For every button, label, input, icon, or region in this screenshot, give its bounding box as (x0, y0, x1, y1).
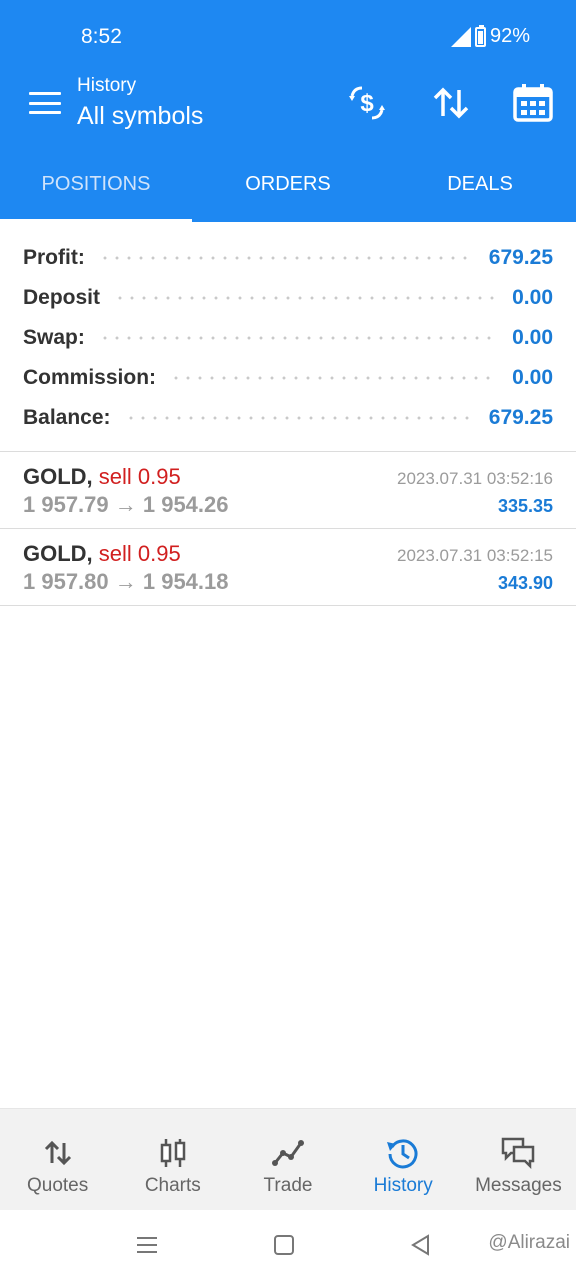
nav-label: History (373, 1175, 433, 1196)
nav-history[interactable]: History (346, 1109, 461, 1210)
summary-label: Balance: (23, 406, 111, 429)
charts-icon (160, 1139, 186, 1167)
nav-quotes[interactable]: Quotes (0, 1109, 115, 1210)
summary-label: Swap: (23, 326, 85, 349)
deal-symbol: GOLD, sell 0.95 (23, 541, 181, 567)
summary-label: Deposit (23, 286, 101, 309)
trade-icon (272, 1140, 304, 1166)
divider (0, 605, 576, 606)
status-indicators: 92% (450, 24, 530, 48)
summary-value: 679.25 (488, 406, 553, 429)
deal-side: sell 0.95 (98, 464, 181, 489)
deal-symbol: GOLD, sell 0.95 (23, 464, 181, 490)
summary-label: Commission: (23, 366, 157, 389)
svg-text:$: $ (360, 90, 374, 117)
battery-percent: 92% (489, 25, 530, 47)
deal-symbol-name: GOLD, (23, 541, 93, 566)
history-icon (387, 1139, 418, 1169)
summary-panel: Profit: 679.25 Deposit 0.00 Swap: 0.00 C… (0, 238, 576, 438)
summary-row-swap: Swap: 0.00 (0, 318, 576, 358)
calendar-icon[interactable] (512, 82, 554, 124)
dotted-leader (114, 294, 499, 302)
deal-prices: 1 957.80 → 1 954.18 (23, 569, 229, 594)
deal-profit: 343.90 (497, 573, 553, 593)
tab-deals[interactable]: DEALS (384, 146, 576, 222)
currency-exchange-icon[interactable]: $ (346, 82, 388, 124)
summary-value: 0.00 (512, 286, 553, 309)
tab-positions[interactable]: POSITIONS (0, 146, 192, 222)
deal-time: 2023.07.31 03:52:16 (397, 469, 553, 488)
deal-row[interactable]: GOLD, sell 0.95 1 957.79 → 1 954.26 2023… (0, 452, 576, 528)
nav-charts[interactable]: Charts (115, 1109, 230, 1210)
dotted-leader (124, 414, 475, 422)
deal-time: 2023.07.31 03:52:15 (397, 546, 553, 565)
summary-value: 679.25 (488, 246, 553, 269)
watermark: @Alirazai (488, 1232, 570, 1253)
nav-trade[interactable]: Trade (230, 1109, 345, 1210)
home-icon[interactable] (269, 1230, 299, 1260)
nav-label: Charts (144, 1175, 201, 1196)
recent-apps-icon[interactable] (132, 1230, 162, 1260)
deal-prices: 1 957.79 → 1 954.26 (23, 492, 229, 517)
nav-label: Trade (263, 1175, 313, 1196)
summary-row-balance: Balance: 679.25 (0, 398, 576, 438)
summary-row-profit: Profit: 679.25 (0, 238, 576, 278)
bottom-navigation: Quotes Charts Trade History Messages (0, 1108, 576, 1210)
status-time: 8:52 (81, 25, 122, 48)
dotted-leader (98, 254, 475, 262)
nav-label: Messages (475, 1175, 562, 1196)
quotes-icon (44, 1140, 71, 1166)
nav-messages[interactable]: Messages (461, 1109, 576, 1210)
summary-label: Profit: (23, 246, 85, 269)
deal-row[interactable]: GOLD, sell 0.95 1 957.80 → 1 954.18 2023… (0, 529, 576, 605)
menu-icon[interactable] (29, 88, 61, 118)
tab-orders[interactable]: ORDERS (192, 146, 384, 222)
dotted-leader (170, 374, 499, 382)
symbol-selector[interactable]: All symbols (77, 102, 203, 131)
deal-symbol-name: GOLD, (23, 464, 93, 489)
status-bar: 8:52 92% (0, 0, 576, 72)
history-tabs: POSITIONS ORDERS DEALS (0, 146, 576, 222)
back-icon[interactable] (406, 1230, 436, 1260)
signal-icon (450, 26, 471, 47)
deal-profit: 335.35 (497, 496, 553, 516)
system-navigation: @Alirazai (0, 1210, 576, 1280)
app-bar: History All symbols $ (0, 72, 576, 146)
summary-row-deposit: Deposit 0.00 (0, 278, 576, 318)
deal-side: sell 0.95 (98, 541, 181, 566)
app-subtitle: History (77, 75, 137, 96)
summary-value: 0.00 (512, 326, 553, 349)
summary-value: 0.00 (512, 366, 553, 389)
dotted-leader (98, 334, 499, 342)
battery-icon (474, 24, 486, 47)
sort-icon[interactable] (430, 82, 472, 124)
nav-label: Quotes (26, 1175, 89, 1196)
summary-row-commission: Commission: 0.00 (0, 358, 576, 398)
messages-icon (502, 1137, 535, 1170)
